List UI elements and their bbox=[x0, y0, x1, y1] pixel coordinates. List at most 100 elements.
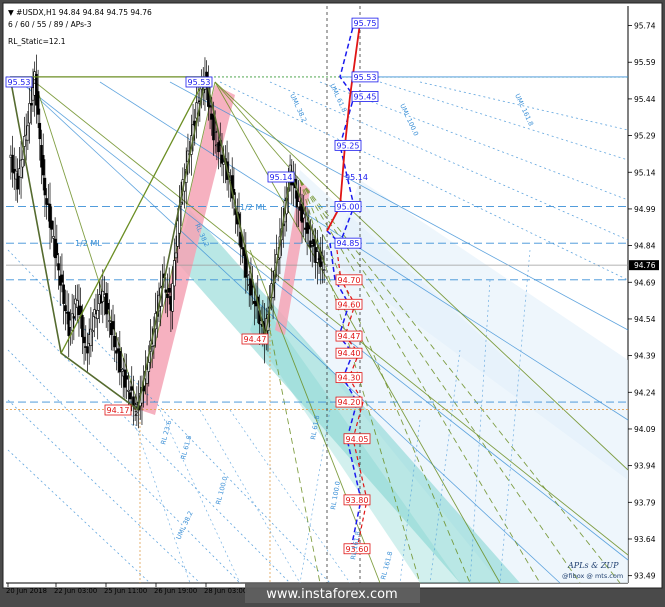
red-target-label: 94.20 bbox=[338, 398, 361, 407]
chart-symbol-line: ▼ #USDX,H1 94.84 94.84 94.75 94.76 bbox=[8, 8, 152, 17]
pivot-label: 94.47 bbox=[244, 335, 267, 344]
pivot-label: 94.17 bbox=[107, 406, 130, 415]
candle-body bbox=[96, 310, 99, 319]
x-tick-label: 25 Jun 11:00 bbox=[104, 587, 147, 595]
candle-body bbox=[72, 316, 76, 319]
candle-body bbox=[50, 220, 54, 230]
usdx-h1-chart[interactable]: 95.75 95.53 95.45 95.25 95.00 94.85 94.70 94.60… bbox=[0, 0, 665, 607]
candle-body bbox=[81, 315, 84, 338]
candle-body bbox=[127, 389, 130, 392]
y-tick-label: 94.09 bbox=[634, 425, 656, 434]
pivot-label: 95.14 bbox=[270, 173, 293, 182]
candle-body bbox=[120, 368, 123, 370]
blue-target-label: 95.45 bbox=[354, 92, 377, 101]
candle-body bbox=[212, 114, 215, 141]
candle-body bbox=[91, 330, 94, 333]
blue-target-label: 95.75 bbox=[354, 19, 377, 28]
candle-body bbox=[41, 155, 45, 176]
candle-body bbox=[302, 213, 306, 219]
candle-body bbox=[174, 252, 178, 259]
candle-body bbox=[166, 293, 169, 299]
candle-body bbox=[79, 305, 82, 314]
y-tick-label: 95.59 bbox=[634, 58, 656, 67]
y-tick-label: 93.49 bbox=[634, 572, 656, 581]
candle-body bbox=[125, 375, 128, 380]
candle-body bbox=[36, 91, 40, 115]
blue-target-label: 95.53 bbox=[354, 73, 377, 82]
blue-target-label: 95.00 bbox=[337, 202, 360, 211]
candle-body bbox=[128, 392, 132, 400]
chart-params-line: 6 / 60 / 55 / 89 / APs-3 bbox=[8, 20, 92, 29]
candle-body bbox=[167, 287, 171, 293]
x-tick-label: 28 Jun 03:00 bbox=[204, 587, 247, 595]
y-tick-label: 94.99 bbox=[634, 205, 656, 214]
watermark-text: www.instaforex.com bbox=[266, 587, 397, 602]
pivot-label: 95.53 bbox=[8, 78, 31, 87]
current-price-label: 94.76 bbox=[634, 261, 656, 270]
candle-body bbox=[28, 103, 31, 124]
candle-body bbox=[316, 251, 319, 263]
candle-body bbox=[43, 177, 47, 196]
chart-window: 95.75 95.53 95.45 95.25 95.00 94.85 94.70 94.60… bbox=[0, 0, 665, 607]
y-tick-label: 95.29 bbox=[634, 132, 656, 141]
candle-body bbox=[116, 348, 120, 352]
y-tick-label: 94.54 bbox=[634, 315, 656, 324]
red-target-label: 94.70 bbox=[338, 276, 361, 285]
y-tick-label: 93.79 bbox=[634, 498, 656, 507]
candle-body bbox=[208, 105, 212, 108]
candle-body bbox=[55, 243, 59, 256]
candle-body bbox=[29, 103, 33, 106]
x-tick-label: 22 Jun 03:00 bbox=[54, 587, 97, 595]
red-target-label: 94.47 bbox=[338, 332, 361, 341]
y-tick-label: 94.84 bbox=[634, 242, 656, 251]
red-target-label: 94.40 bbox=[338, 349, 361, 358]
candle-body bbox=[171, 283, 174, 312]
candle-body bbox=[60, 274, 64, 283]
candle-body bbox=[213, 131, 217, 133]
y-tick-label: 94.24 bbox=[634, 388, 656, 397]
ml-label: 1/2 ML bbox=[75, 239, 102, 248]
y-tick-label: 95.14 bbox=[634, 168, 656, 177]
y-tick-label: 93.94 bbox=[634, 462, 656, 471]
candle-body bbox=[86, 346, 89, 354]
candle-body bbox=[57, 263, 60, 271]
candle-body bbox=[173, 260, 176, 287]
candle-body bbox=[108, 320, 111, 322]
candle-body bbox=[222, 161, 225, 165]
candle-body bbox=[300, 203, 304, 223]
candle-body bbox=[26, 125, 30, 141]
brand-line-2: @fibox @ mts.com bbox=[562, 572, 623, 580]
candle-body bbox=[312, 239, 316, 247]
level-note: 95.14 bbox=[345, 173, 368, 182]
pivot-mark: 2 bbox=[134, 410, 138, 418]
candle-body bbox=[297, 201, 300, 208]
red-target-label: 94.30 bbox=[338, 374, 361, 383]
candle-body bbox=[147, 362, 151, 372]
candle-body bbox=[38, 122, 42, 140]
brand-line-1: APLs & ZUP bbox=[567, 561, 619, 570]
candle-body bbox=[62, 284, 65, 304]
candle-body bbox=[164, 289, 168, 293]
pivot-mark: 0 bbox=[33, 78, 37, 86]
x-tick-label: 20 Jun 2018 bbox=[6, 587, 47, 595]
candle-body bbox=[106, 302, 110, 310]
y-tick-label: 95.44 bbox=[634, 95, 656, 104]
ml-label: 1/2 ML bbox=[240, 203, 267, 212]
blue-target-label: 94.85 bbox=[337, 239, 360, 248]
y-tick-label: 94.69 bbox=[634, 278, 656, 287]
candle-body bbox=[322, 269, 326, 271]
red-target-label: 94.60 bbox=[338, 300, 361, 309]
pivot-label: 95.53 bbox=[188, 78, 211, 87]
candle-body bbox=[132, 396, 135, 407]
y-tick-label: 93.64 bbox=[634, 535, 656, 544]
candle-body bbox=[82, 336, 86, 344]
candle-body bbox=[21, 159, 25, 168]
candle-body bbox=[307, 224, 311, 230]
y-tick-label: 95.74 bbox=[634, 22, 656, 31]
y-tick-label: 94.39 bbox=[634, 352, 656, 361]
rl-static-label: RL_Static=12.1 bbox=[8, 37, 66, 46]
candle-body bbox=[246, 274, 249, 276]
candle-body bbox=[130, 386, 134, 391]
blue-target-label: 95.25 bbox=[337, 141, 360, 150]
red-target-label: 94.05 bbox=[346, 435, 369, 444]
